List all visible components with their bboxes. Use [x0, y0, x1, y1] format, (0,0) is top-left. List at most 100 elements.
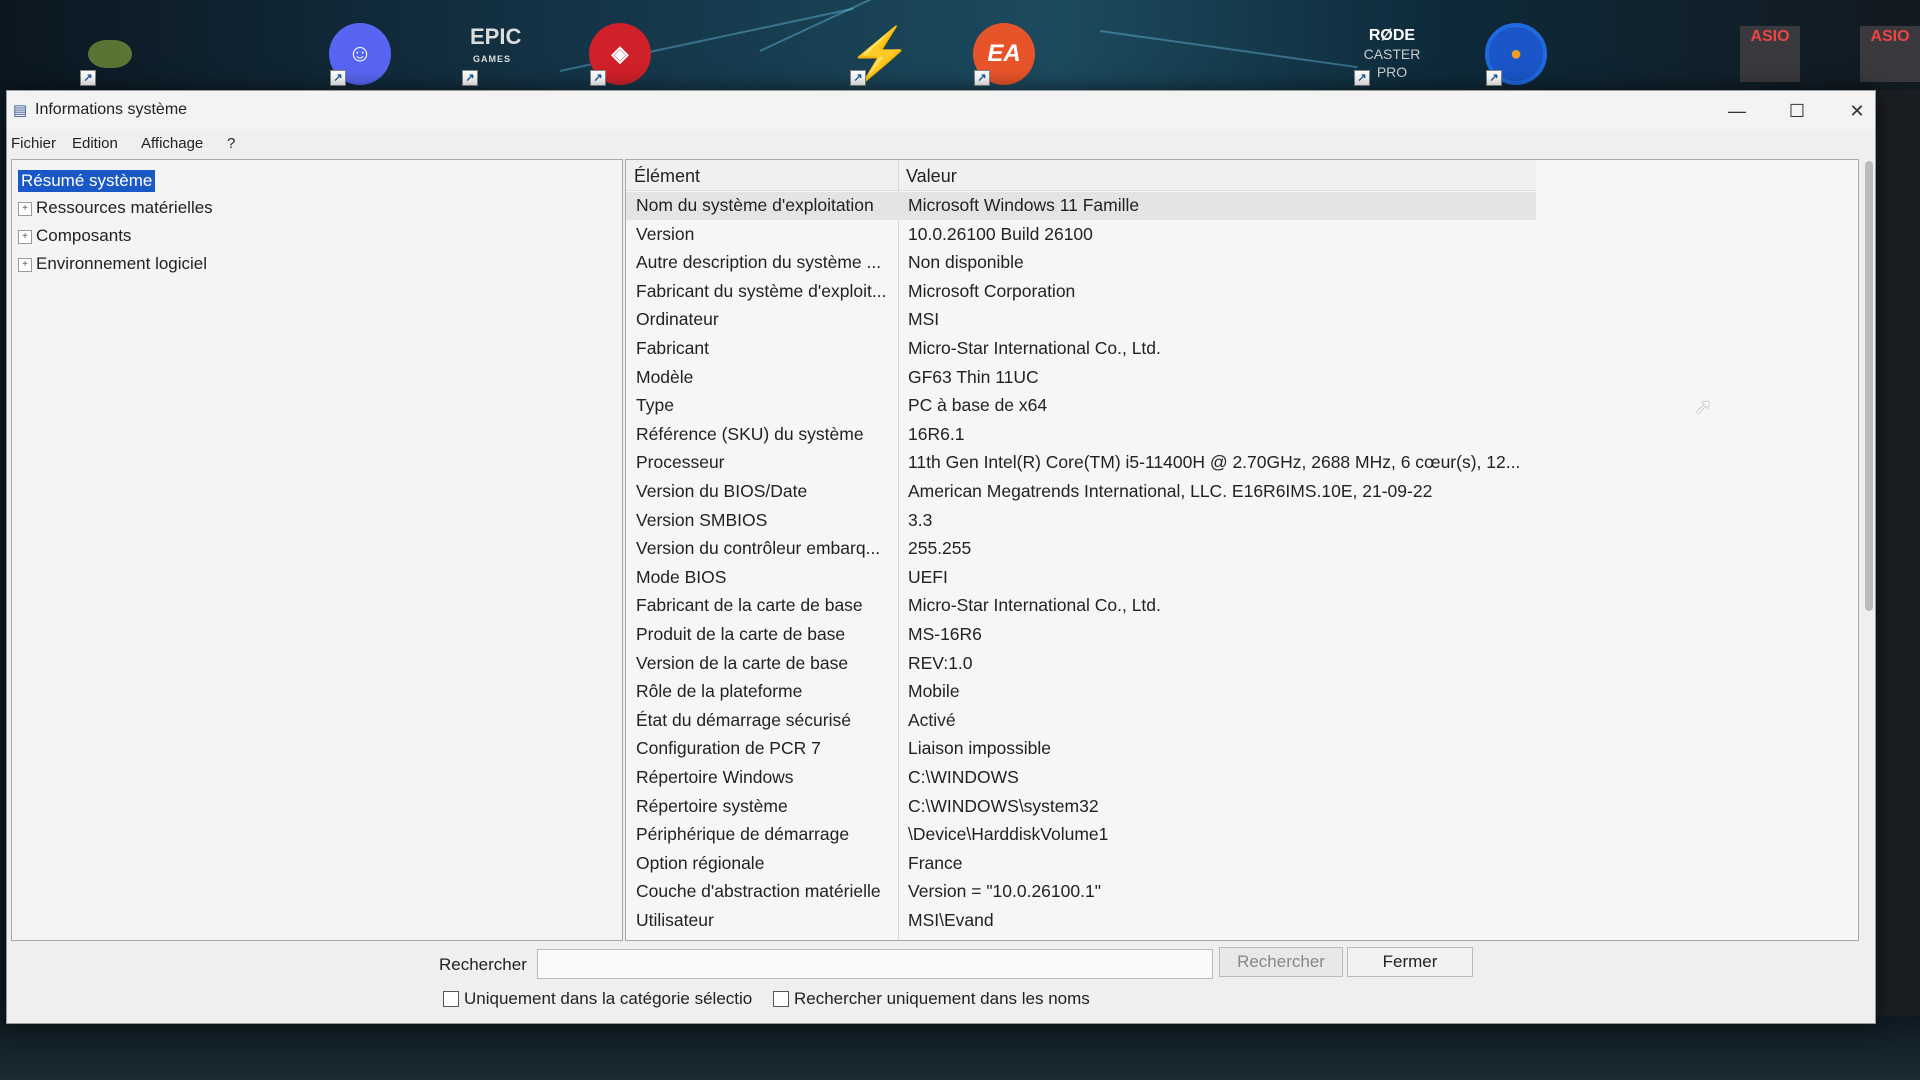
maximize-button[interactable]: ☐	[1767, 91, 1827, 131]
row-element-cell: Nom du système d'exploitation	[636, 195, 874, 215]
rode-logo-subtext: CASTER	[1363, 46, 1421, 62]
row-element-cell: Fabricant	[636, 338, 709, 358]
checkbox[interactable]	[443, 991, 459, 1007]
row-element-cell: Mode BIOS	[636, 566, 727, 587]
table-row[interactable]: Répertoire Windows C:\WINDOWS	[626, 764, 1536, 792]
expand-icon[interactable]: +	[18, 257, 32, 272]
row-element-cell: Produit de la carte de base	[636, 624, 846, 644]
table-row[interactable]: Version SMBIOS 3.3	[626, 507, 1536, 535]
row-value-cell: 11th Gen Intel(R) Core(TM) i5-11400H @ 2…	[908, 452, 1521, 473]
asio-shortcut-icon[interactable]: ASIO	[1738, 22, 1802, 86]
table-row[interactable]: État du démarrage sécurisé Activé	[626, 707, 1536, 735]
tree-item-label: Composants	[36, 226, 132, 245]
row-value-cell: C:\WINDOWS\system32	[908, 795, 1099, 816]
minimize-button[interactable]: —	[1707, 91, 1767, 131]
headset-app-shortcut-icon[interactable]: ● ↗	[1484, 22, 1548, 86]
desktop-right-edge	[1876, 90, 1920, 1080]
rodecaster-pro-shortcut-icon[interactable]: RØDE CASTER PRO ↗	[1352, 22, 1432, 86]
expand-icon[interactable]: +	[18, 229, 32, 244]
tree-item-resume-systeme[interactable]: Résumé système	[18, 170, 156, 192]
table-row[interactable]: Répertoire système C:\WINDOWS\system32	[626, 793, 1536, 821]
table-row[interactable]: Couche d'abstraction matérielle Version =…	[626, 878, 1536, 906]
title-bar[interactable]: ▤ Informations système — ☐ ✕	[7, 91, 1875, 131]
nvidia-shortcut-icon[interactable]: ↗	[78, 22, 142, 86]
vertical-scrollbar[interactable]	[1865, 161, 1873, 611]
row-value-cell: American Megatrends International, LLC. …	[908, 481, 1433, 501]
tree-item-ressources-materielles[interactable]: + Ressources matérielles	[18, 198, 213, 218]
table-row[interactable]: Produit de la carte de base MS-16R6	[626, 621, 1536, 649]
shortcut-arrow-icon: ↗	[590, 70, 606, 86]
table-row[interactable]: Version 10.0.26100 Build 26100	[626, 221, 1536, 249]
table-row[interactable]: Fabricant de la carte de base Micro-Star …	[626, 592, 1536, 620]
details-list: Élément Valeur Nom du système d'exploita…	[625, 159, 1859, 941]
row-value-cell: MSI	[908, 309, 940, 330]
desktop-wallpaper	[0, 0, 1920, 90]
row-value-cell: Micro-Star International Co., Ltd.	[908, 338, 1161, 358]
row-value-cell: Micro-Star International Co., Ltd.	[908, 595, 1161, 616]
table-row[interactable]: Version du contrôleur embarq... 255.255	[626, 535, 1536, 563]
table-row[interactable]: Fabricant Micro-Star International Co., L…	[626, 335, 1536, 363]
table-row[interactable]: Référence (SKU) du système 16R6.1	[626, 421, 1536, 449]
table-row[interactable]: Type PC à base de x64	[626, 392, 1536, 420]
table-row[interactable]: Version de la carte de base REV:1.0	[626, 650, 1536, 678]
close-window-button[interactable]: ✕	[1827, 91, 1887, 131]
tree-item-label: Ressources matérielles	[36, 198, 213, 217]
close-button[interactable]: Fermer	[1347, 947, 1473, 977]
shortcut-arrow-icon: ↗	[1354, 70, 1370, 86]
table-row[interactable]: Périphérique de démarrage \Device\Harddis…	[626, 821, 1536, 849]
shortcut-arrow-icon: ↗	[462, 70, 478, 86]
ea-app-shortcut-icon[interactable]: EA ↗	[972, 22, 1036, 86]
row-value-cell: GF63 Thin 11UC	[908, 366, 1039, 387]
row-value-cell: Non disponible	[908, 252, 1024, 273]
names-only-checkbox[interactable]: Rechercher uniquement dans les noms	[773, 989, 1090, 1009]
table-row[interactable]: Version du BIOS/Date American Megatrends …	[626, 478, 1536, 506]
search-button[interactable]: Rechercher	[1219, 947, 1343, 977]
menu-fichier[interactable]: Fichier	[11, 135, 56, 152]
table-row[interactable]: Modèle GF63 Thin 11UC	[626, 364, 1536, 392]
table-row[interactable]: Mode BIOS UEFI	[626, 564, 1536, 592]
table-row[interactable]: Autre description du système ... Non disp…	[626, 249, 1536, 277]
search-label: Rechercher	[439, 955, 527, 974]
search-input[interactable]	[537, 949, 1213, 979]
list-header: Élément Valeur	[626, 160, 1536, 191]
row-element-cell: Ordinateur	[636, 309, 719, 330]
category-tree: Résumé système + Ressources matérielles +…	[11, 159, 623, 941]
row-value-cell: REV:1.0	[908, 652, 973, 673]
menu-help[interactable]: ?	[227, 135, 235, 152]
row-element-cell: Option régionale	[636, 852, 765, 873]
table-row[interactable]: Configuration de PCR 7 Liaison impossible	[626, 735, 1536, 763]
asio-shortcut-icon-2[interactable]: ASIO	[1858, 22, 1920, 86]
tree-item-environnement-logiciel[interactable]: + Environnement logiciel	[18, 254, 207, 274]
shortcut-arrow-icon: ↗	[330, 70, 346, 86]
row-value-cell: 16R6.1	[908, 423, 965, 444]
epic-games-shortcut-icon[interactable]: EPIC GAMES ↗	[460, 22, 524, 86]
table-row[interactable]: Ordinateur MSI	[626, 306, 1536, 334]
table-row[interactable]: Processeur 11th Gen Intel(R) Core(TM) i5-…	[626, 449, 1536, 477]
tree-item-composants[interactable]: + Composants	[18, 226, 131, 246]
menu-edition[interactable]: Edition	[72, 135, 118, 152]
row-value-cell: Liaison impossible	[908, 738, 1051, 759]
msi-center-shortcut-icon[interactable]: ◈ ↗	[588, 22, 652, 86]
checkbox[interactable]	[773, 991, 789, 1007]
table-row[interactable]: Utilisateur MSI\Evand	[626, 907, 1536, 935]
table-row[interactable]: Rôle de la plateforme Mobile	[626, 678, 1536, 706]
row-element-cell: Utilisateur	[636, 910, 714, 930]
row-value-cell: 255.255	[908, 538, 972, 559]
row-element-cell: Répertoire Windows	[636, 767, 794, 787]
table-row[interactable]: Fabricant du système d'exploit... Microso…	[626, 278, 1536, 306]
row-value-cell: PC à base de x64	[908, 395, 1048, 416]
row-element-cell: Fabricant du système d'exploit...	[636, 280, 887, 301]
bolt-app-shortcut-icon[interactable]: ⚡ ↗	[848, 22, 912, 86]
table-row[interactable]: Nom du système d'exploitation Microsoft W…	[626, 192, 1536, 220]
column-header-valeur[interactable]: Valeur	[906, 166, 957, 187]
category-only-checkbox[interactable]: Uniquement dans la catégorie sélectio	[443, 989, 752, 1009]
row-element-cell: Répertoire système	[636, 795, 788, 816]
menu-affichage[interactable]: Affichage	[141, 135, 203, 152]
column-header-element[interactable]: Élément	[634, 166, 700, 187]
system-info-app-icon: ▤	[13, 102, 28, 119]
discord-shortcut-icon[interactable]: ☺ ↗	[328, 22, 392, 86]
shortcut-arrow-icon: ↗	[850, 70, 866, 86]
table-row[interactable]: Option régionale France	[626, 850, 1536, 878]
expand-icon[interactable]: +	[18, 201, 32, 216]
shortcut-arrow-icon: ↗	[1486, 70, 1502, 86]
